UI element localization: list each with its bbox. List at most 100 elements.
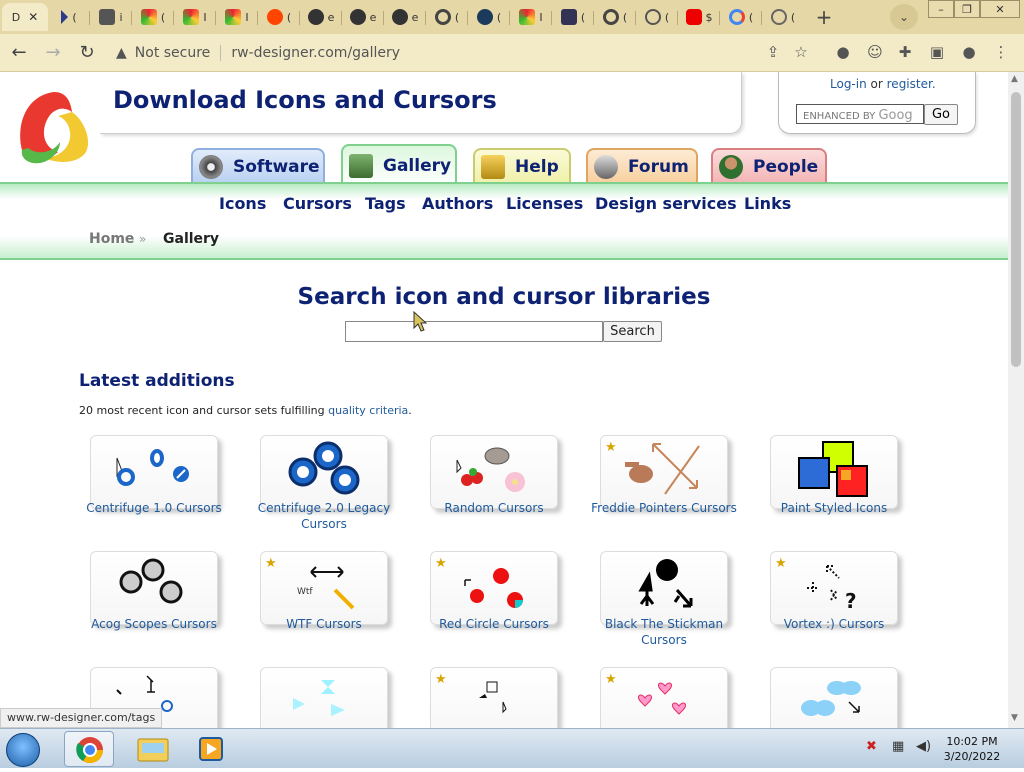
subnav-design-services[interactable]: Design services — [595, 194, 737, 213]
gallery-card-label[interactable]: Paint Styled Icons — [754, 500, 914, 516]
gallery-card-label[interactable]: WTF Cursors — [244, 616, 404, 632]
gallery-card-label[interactable]: Vortex :) Cursors — [754, 616, 914, 632]
gallery-card-row3-5[interactable] — [770, 667, 898, 728]
taskbar-explorer[interactable] — [128, 731, 178, 767]
rw-designer-logo[interactable] — [14, 88, 98, 168]
gallery-card-random[interactable] — [430, 435, 558, 509]
start-button[interactable] — [6, 733, 40, 767]
scroll-up-icon[interactable]: ▲ — [1011, 74, 1018, 84]
browser-tab[interactable]: ( — [48, 3, 90, 31]
volume-icon[interactable]: ◀) — [916, 739, 931, 754]
url-text[interactable]: rw-designer.com/gallery — [231, 45, 400, 61]
search-button[interactable]: Search — [603, 321, 662, 342]
more-menu-icon[interactable]: ⋮ — [990, 41, 1012, 63]
browser-tab[interactable]: ( — [552, 3, 594, 31]
google-go-button[interactable]: Go — [924, 104, 958, 125]
login-link[interactable]: Log-in — [830, 77, 867, 91]
browser-tab[interactable]: e — [300, 3, 342, 31]
browser-tab[interactable]: ( — [720, 3, 762, 31]
extension-icon[interactable]: ● — [832, 41, 854, 63]
subnav-icons[interactable]: Icons — [219, 194, 266, 213]
gallery-card-row3-3[interactable]: ★ — [430, 667, 558, 728]
browser-tab[interactable]: ( — [594, 3, 636, 31]
security-label[interactable]: Not secure — [135, 45, 211, 61]
puzzle-extensions-icon[interactable]: ✚ — [894, 41, 916, 63]
gallery-card-label[interactable]: Centrifuge 2.0 Legacy Cursors — [244, 500, 404, 532]
reload-button[interactable]: ↻ — [72, 38, 102, 68]
browser-tab[interactable]: I — [510, 3, 552, 31]
skull-favicon-icon — [307, 9, 324, 25]
subnav-tags[interactable]: Tags — [365, 194, 406, 213]
tab-close-icon[interactable]: ✕ — [28, 10, 38, 24]
network-icon[interactable]: ▦ — [892, 739, 904, 754]
tab-software[interactable]: Software — [191, 148, 325, 184]
browser-tab[interactable]: e — [384, 3, 426, 31]
back-button[interactable]: ← — [4, 38, 34, 68]
tab-gallery[interactable]: Gallery — [341, 144, 457, 186]
register-link[interactable]: register. — [887, 77, 936, 91]
browser-tab[interactable]: $ — [678, 3, 720, 31]
tab-search-chevron-icon[interactable]: ⌄ — [890, 4, 918, 30]
quality-criteria-link[interactable]: quality criteria — [328, 404, 408, 417]
media-player-icon — [199, 737, 223, 761]
network-error-icon[interactable]: ✖ — [866, 739, 877, 754]
browser-tab-active[interactable]: D ✕ — [2, 3, 48, 31]
browser-tab[interactable]: ( — [636, 3, 678, 31]
address-bar[interactable]: ▲ Not secure rw-designer.com/gallery — [110, 38, 830, 68]
gallery-card-acog-scopes[interactable] — [90, 551, 218, 625]
profile-avatar-icon[interactable]: ● — [958, 41, 980, 63]
gallery-card-label[interactable]: Random Cursors — [414, 500, 574, 516]
tab-people[interactable]: People — [711, 148, 827, 184]
google-search-input[interactable]: ENHANCED BY Goog — [796, 104, 924, 124]
browser-tab[interactable]: I — [174, 3, 216, 31]
taskbar-media-player[interactable] — [186, 731, 236, 767]
close-window-button[interactable]: ✕ — [980, 0, 1020, 18]
browser-tab[interactable]: ( — [132, 3, 174, 31]
gallery-card-label[interactable]: Freddie Pointers Cursors — [584, 500, 744, 516]
cat-extension-icon[interactable]: ☺ — [864, 41, 886, 63]
share-icon[interactable]: ⇪ — [762, 41, 784, 63]
gallery-card-black-stickman[interactable] — [600, 551, 728, 625]
gallery-card-freddie-pointers[interactable]: ★ — [600, 435, 728, 509]
library-search-input[interactable] — [345, 321, 603, 342]
browser-tab[interactable]: e — [342, 3, 384, 31]
side-panel-icon[interactable]: ▣ — [926, 41, 948, 63]
subnav-authors[interactable]: Authors — [422, 194, 493, 213]
gallery-card-paint-styled[interactable] — [770, 435, 898, 509]
subnav-links[interactable]: Links — [744, 194, 791, 213]
browser-tab[interactable]: I — [216, 3, 258, 31]
gallery-card-wtf[interactable]: ★ Wtf — [260, 551, 388, 625]
subnav-cursors[interactable]: Cursors — [283, 194, 352, 213]
new-tab-button[interactable]: + — [810, 3, 838, 31]
gallery-card-label[interactable]: Black The Stickman Cursors — [584, 616, 744, 648]
scroll-down-icon[interactable]: ▼ — [1011, 713, 1018, 723]
site-title[interactable]: Download Icons and Cursors — [113, 86, 497, 114]
page-scrollbar[interactable]: ▲ ▼ — [1008, 72, 1024, 728]
bookmark-star-icon[interactable]: ☆ — [790, 41, 812, 63]
browser-tab[interactable]: ( — [762, 3, 804, 31]
browser-tab[interactable]: ( — [258, 3, 300, 31]
browser-tab[interactable]: ( — [426, 3, 468, 31]
browser-tab[interactable]: ( — [468, 3, 510, 31]
warning-icon[interactable]: ▲ — [116, 45, 127, 61]
breadcrumb-home[interactable]: Home — [89, 231, 134, 247]
minimize-button[interactable]: – — [928, 0, 954, 18]
taskbar-chrome[interactable] — [64, 731, 114, 767]
gallery-card-row3-2[interactable] — [260, 667, 388, 728]
gallery-card-vortex[interactable]: ★ ? — [770, 551, 898, 625]
gallery-card-label[interactable]: Centrifuge 1.0 Cursors — [74, 500, 234, 516]
browser-tab[interactable]: i — [90, 3, 132, 31]
tab-forum[interactable]: Forum — [586, 148, 698, 184]
gallery-card-label[interactable]: Acog Scopes Cursors — [74, 616, 234, 632]
tab-help[interactable]: Help — [473, 148, 571, 184]
gallery-card-row3-4[interactable]: ★ — [600, 667, 728, 728]
taskbar-clock[interactable]: 10:02 PM 3/20/2022 — [942, 734, 1002, 764]
scrollbar-thumb[interactable] — [1011, 92, 1021, 367]
gallery-card-label[interactable]: Red Circle Cursors — [414, 616, 574, 632]
subnav-licenses[interactable]: Licenses — [506, 194, 583, 213]
gallery-card-centrifuge-1[interactable] — [90, 435, 218, 509]
gallery-card-red-circle[interactable]: ★ — [430, 551, 558, 625]
maximize-button[interactable]: ❐ — [954, 0, 980, 18]
gallery-card-centrifuge-2[interactable] — [260, 435, 388, 509]
forward-button[interactable]: → — [38, 38, 68, 68]
